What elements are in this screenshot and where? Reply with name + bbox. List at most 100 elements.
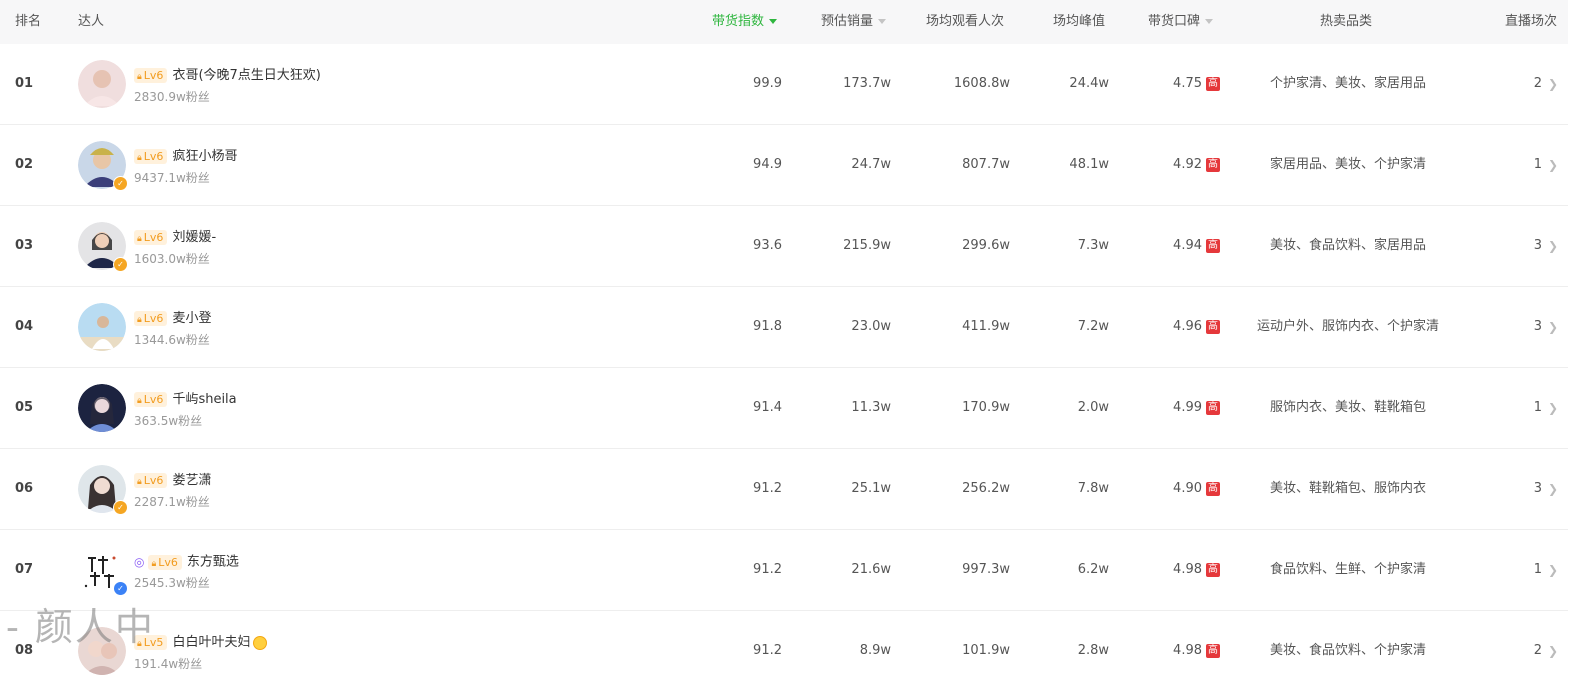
avatar-image: [78, 384, 126, 432]
views-value: 299.6w: [962, 238, 1010, 253]
chevron-right-icon[interactable]: ❯: [1548, 287, 1560, 367]
reputation: 4.98 高: [1130, 611, 1220, 691]
avatar[interactable]: [78, 627, 126, 675]
live-count: 2: [1533, 643, 1542, 658]
high-badge: 高: [1206, 319, 1220, 334]
influencer-name[interactable]: 东方甄选: [187, 555, 239, 570]
chevron-right-icon[interactable]: ❯: [1548, 368, 1560, 448]
verified-icon: ✓: [113, 500, 128, 515]
reputation-value: 4.96: [1173, 319, 1202, 334]
rank-number: 06: [15, 481, 34, 496]
chevron-right-icon[interactable]: ❯: [1548, 206, 1560, 286]
lock-icon: 🔒︎: [137, 396, 142, 406]
sales-value: 215.9w: [843, 238, 891, 253]
live-count: 3: [1533, 238, 1542, 253]
influencer-name[interactable]: 千屿sheila: [172, 392, 236, 407]
reputation: 4.90 高: [1130, 449, 1220, 529]
header-sales-sort[interactable]: 预估销量: [821, 0, 887, 44]
avatar[interactable]: ✓: [78, 141, 128, 191]
fans-count: 9437.1w粉丝: [134, 171, 210, 185]
index-value: 99.9: [753, 76, 782, 91]
index-value: 93.6: [753, 238, 782, 253]
peak-value: 2.8w: [1077, 643, 1109, 658]
avatar[interactable]: [78, 303, 126, 351]
influencer-name[interactable]: 麦小登: [172, 311, 211, 326]
avatar[interactable]: [78, 384, 126, 432]
chevron-right-icon[interactable]: ❯: [1548, 530, 1560, 610]
fans-count: 2545.3w粉丝: [134, 576, 210, 590]
influencer-info: 🔒︎ Lv6 娄艺潇 2287.1w粉丝: [134, 471, 211, 510]
rank-number: 07: [15, 562, 34, 577]
table-row[interactable]: 06 ✓ 🔒︎ Lv6 娄艺潇 2287.1w粉丝 91.2 25.1w 256.2…: [0, 449, 1568, 530]
influencer-name[interactable]: 衣哥(今晚7点生日大狂欢): [172, 68, 320, 83]
level-label: Lv6: [143, 69, 164, 82]
header-reputation-sort[interactable]: 带货口碑: [1148, 0, 1214, 44]
avatar[interactable]: ✓: [78, 222, 128, 272]
fans-count: 2830.9w粉丝: [134, 90, 210, 104]
sales-value: 25.1w: [851, 481, 891, 496]
influencer-name[interactable]: 疯狂小杨哥: [172, 149, 237, 164]
live-count: 1: [1533, 562, 1542, 577]
reputation-value: 4.98: [1173, 562, 1202, 577]
categories: 家居用品、美妆、个护家清: [1269, 157, 1426, 172]
rank-number: 02: [15, 157, 34, 172]
index-value: 91.4: [753, 400, 782, 415]
level-badge: 🔒︎ Lv6: [134, 230, 168, 245]
peak-value: 2.0w: [1077, 400, 1109, 415]
table-row[interactable]: 01 🔒︎ Lv6 衣哥(今晚7点生日大狂欢) 2830.9w粉丝 99.9 173…: [0, 44, 1568, 125]
rank-number: 04: [15, 319, 34, 334]
avatar[interactable]: [78, 60, 126, 108]
reputation-value: 4.99: [1173, 400, 1202, 415]
table-row[interactable]: 02 ✓ 🔒︎ Lv6 疯狂小杨哥 9437.1w粉丝 94.9 24.7w 807…: [0, 125, 1568, 206]
peak-value: 7.3w: [1077, 238, 1109, 253]
sales-value: 11.3w: [851, 400, 891, 415]
influencer-name[interactable]: 白白叶叶夫妇: [172, 635, 250, 650]
level-label: Lv6: [143, 231, 164, 244]
avatar[interactable]: ✓: [78, 465, 128, 515]
avatar[interactable]: ✓: [78, 546, 128, 596]
avatar-image: [78, 303, 126, 351]
table-row[interactable]: 03 ✓ 🔒︎ Lv6 刘媛媛- 1603.0w粉丝 93.6 215.9w 299…: [0, 206, 1568, 287]
rank-number: 03: [15, 238, 34, 253]
influencer-name[interactable]: 娄艺潇: [172, 473, 211, 488]
index-value: 94.9: [753, 157, 782, 172]
table-row[interactable]: 07 ✓ ◎ 🔒︎ Lv6 东方甄选 2545.3w粉丝 91.2 21.6w 997…: [0, 530, 1568, 611]
lock-icon: 🔒︎: [137, 639, 142, 649]
chevron-right-icon[interactable]: ❯: [1548, 125, 1560, 205]
views-value: 997.3w: [962, 562, 1010, 577]
table-row[interactable]: 04 🔒︎ Lv6 麦小登 1344.6w粉丝 91.8 23.0w 411.9w …: [0, 287, 1568, 368]
chevron-right-icon[interactable]: ❯: [1548, 449, 1560, 529]
header-live-count: 直播场次: [1505, 14, 1558, 29]
lock-icon: 🔒︎: [137, 153, 142, 163]
header-sales-label: 预估销量: [821, 14, 874, 29]
lock-icon: 🔒︎: [137, 234, 142, 244]
table-row[interactable]: 08 🔒︎ Lv5 白白叶叶夫妇 191.4w粉丝 91.2 8.9w 101.9w…: [0, 611, 1568, 691]
lock-icon: 🔒︎: [137, 72, 142, 82]
rank-number: 05: [15, 400, 34, 415]
reputation: 4.92 高: [1130, 125, 1220, 205]
chevron-right-icon[interactable]: ❯: [1548, 44, 1560, 124]
reputation: 4.75 高: [1130, 44, 1220, 124]
rank-number: 01: [15, 76, 34, 91]
categories: 美妆、食品饮料、家居用品: [1269, 238, 1426, 253]
lock-icon: 🔒︎: [137, 315, 142, 325]
header-index-sort[interactable]: 带货指数: [712, 0, 778, 44]
table-row[interactable]: 05 🔒︎ Lv6 千屿sheila 363.5w粉丝 91.4 11.3w 170…: [0, 368, 1568, 449]
influencer-info: 🔒︎ Lv5 白白叶叶夫妇 191.4w粉丝: [134, 633, 268, 672]
brand-badge-icon: ◎: [134, 555, 145, 569]
reputation-value: 4.94: [1173, 238, 1202, 253]
fans-count: 363.5w粉丝: [134, 414, 203, 428]
fans-count: 2287.1w粉丝: [134, 495, 210, 509]
influencer-name[interactable]: 刘媛媛-: [172, 230, 216, 245]
index-value: 91.2: [753, 562, 782, 577]
high-badge: 高: [1206, 157, 1220, 172]
level-label: Lv6: [143, 312, 164, 325]
high-badge: 高: [1206, 400, 1220, 415]
level-badge: 🔒︎ Lv6: [134, 149, 168, 164]
chevron-right-icon[interactable]: ❯: [1548, 611, 1560, 691]
sales-value: 24.7w: [851, 157, 891, 172]
peak-value: 7.2w: [1077, 319, 1109, 334]
level-badge: 🔒︎ Lv6: [134, 311, 168, 326]
reputation-value: 4.92: [1173, 157, 1202, 172]
peak-value: 48.1w: [1069, 157, 1109, 172]
